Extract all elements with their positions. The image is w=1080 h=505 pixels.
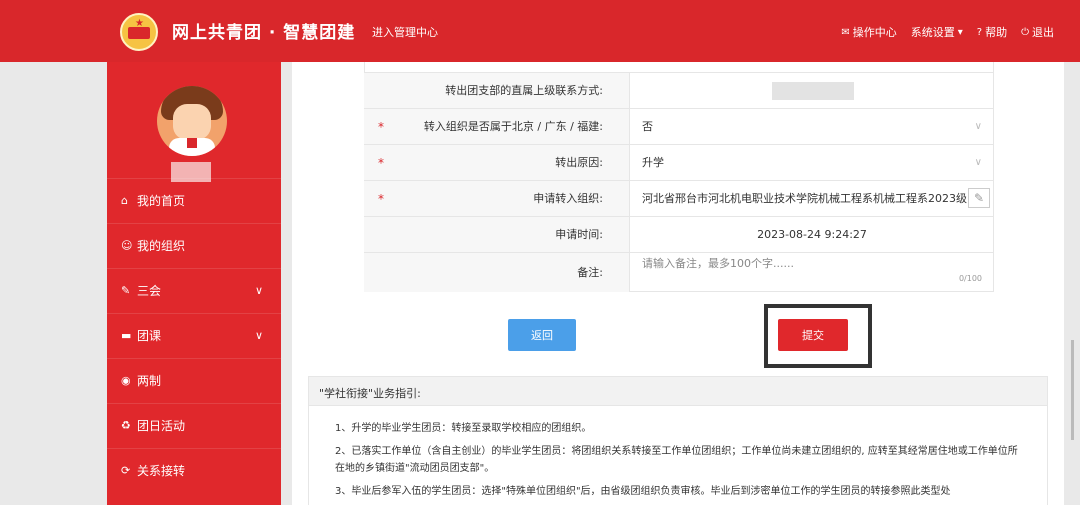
guide-line: 2、已落实工作单位（含自主创业）的毕业学生团员：将团组织关系转接至工作单位团组织… bbox=[335, 446, 1018, 474]
flag-icon bbox=[128, 27, 150, 39]
sidebar: ⌂ 我的首页 ☺ 我的组织 ✎ 三会 ∨ ▬ 团课 ∨ ◉ 两制 ♻ 团日活动 ⟳ 关系接转 bbox=[107, 62, 281, 505]
submit-button[interactable]: 提交 bbox=[778, 319, 848, 351]
form-row-target-org: * 申请转入组织: 河北省邢台市河北机电职业技术学院机械工程系机械工程系2023… bbox=[364, 180, 994, 216]
sidebar-item-home[interactable]: ⌂ 我的首页 bbox=[107, 178, 281, 222]
form-row-time: 申请时间: 2023-08-24 9:24:27 bbox=[364, 216, 994, 252]
logout-link[interactable]: ⏻ 退出 bbox=[1021, 24, 1054, 40]
home-icon: ⌂ bbox=[121, 194, 128, 207]
sidebar-item-my-org[interactable]: ☺ 我的组织 bbox=[107, 223, 281, 267]
refresh-icon: ⟳ bbox=[121, 464, 131, 477]
contact-blurred bbox=[772, 82, 854, 100]
top-menu: ✉ 操作中心 系统设置 ▾ ? 帮助 ⏻ 退出 bbox=[841, 24, 1054, 40]
sidebar-item-activity[interactable]: ♻ 团日活动 bbox=[107, 403, 281, 447]
guide-line: 1、升学的毕业学生团员：转接至录取学校相应的团组织。 bbox=[335, 423, 592, 434]
power-icon: ⏻ bbox=[1021, 26, 1029, 38]
chevron-down-icon: ∨ bbox=[254, 284, 263, 297]
brand-title: 网上共青团 · 智慧团建 bbox=[172, 23, 356, 43]
region-select[interactable]: 否 ∨ bbox=[630, 109, 994, 144]
chevron-down-icon: ∨ bbox=[974, 157, 982, 168]
apply-time: 2023-08-24 9:24:27 bbox=[757, 228, 867, 241]
chevron-down-icon: ▾ bbox=[957, 26, 963, 38]
guide-line: 3、毕业后参军入伍的学生团员：选择"特殊单位团组织"后，由省级团组织负责审核。毕… bbox=[335, 486, 951, 497]
sidebar-item-sanhui[interactable]: ✎ 三会 ∨ bbox=[107, 268, 281, 312]
manage-center-link[interactable]: 进入管理中心 bbox=[372, 24, 438, 40]
settings-menu[interactable]: 系统设置 ▾ bbox=[911, 24, 963, 40]
edit-icon: ✎ bbox=[121, 284, 131, 297]
group-icon: ☺ bbox=[121, 239, 133, 252]
sidebar-item-liangzhi[interactable]: ◉ 两制 bbox=[107, 358, 281, 402]
guide-title: "学社衔接"业务指引: bbox=[308, 376, 1048, 406]
form-row-remark: 备注: 请输入备注，最多100个字...... 0/100 bbox=[364, 252, 994, 292]
form-row-region: * 转入组织是否属于北京 / 广东 / 福建: 否 ∨ bbox=[364, 108, 994, 144]
mail-icon: ✉ bbox=[841, 26, 850, 38]
league-logo-icon: ★ bbox=[120, 13, 158, 51]
target-icon: ◉ bbox=[121, 374, 131, 387]
sidebar-item-transfer[interactable]: ⟳ 关系接转 bbox=[107, 448, 281, 492]
question-icon: ? bbox=[976, 26, 983, 38]
form-row-contact: 转出团支部的直属上级联系方式: bbox=[364, 72, 994, 108]
remark-textarea[interactable]: 请输入备注，最多100个字...... 0/100 bbox=[630, 253, 994, 292]
target-org-field[interactable]: 河北省邢台市河北机电职业技术学院机械工程系机械工程系2023级 ✎ bbox=[630, 181, 994, 216]
ops-center-link[interactable]: ✉ 操作中心 bbox=[841, 24, 896, 40]
guide-body: 1、升学的毕业学生团员：转接至录取学校相应的团组织。 2、已落实工作单位（含自主… bbox=[308, 406, 1048, 505]
edit-icon[interactable]: ✎ bbox=[968, 188, 990, 208]
chevron-down-icon: ∨ bbox=[254, 329, 263, 342]
reason-select[interactable]: 升学 ∨ bbox=[630, 145, 994, 180]
form-row-reason: * 转出原因: 升学 ∨ bbox=[364, 144, 994, 180]
main-content: 转出团支部的直属上级联系方式: * 转入组织是否属于北京 / 广东 / 福建: … bbox=[292, 62, 1064, 505]
back-button[interactable]: 返回 bbox=[508, 319, 576, 351]
top-header: ★ 网上共青团 · 智慧团建 进入管理中心 ✉ 操作中心 系统设置 ▾ ? 帮助 ⏻ 退… bbox=[0, 0, 1080, 62]
chevron-down-icon: ∨ bbox=[974, 121, 982, 132]
help-link[interactable]: ? 帮助 bbox=[977, 24, 1007, 40]
scrollbar[interactable] bbox=[1071, 340, 1074, 440]
folder-icon: ▬ bbox=[121, 329, 132, 342]
recycle-icon: ♻ bbox=[121, 419, 131, 432]
sidebar-item-tuanke[interactable]: ▬ 团课 ∨ bbox=[107, 313, 281, 357]
avatar bbox=[157, 86, 227, 156]
